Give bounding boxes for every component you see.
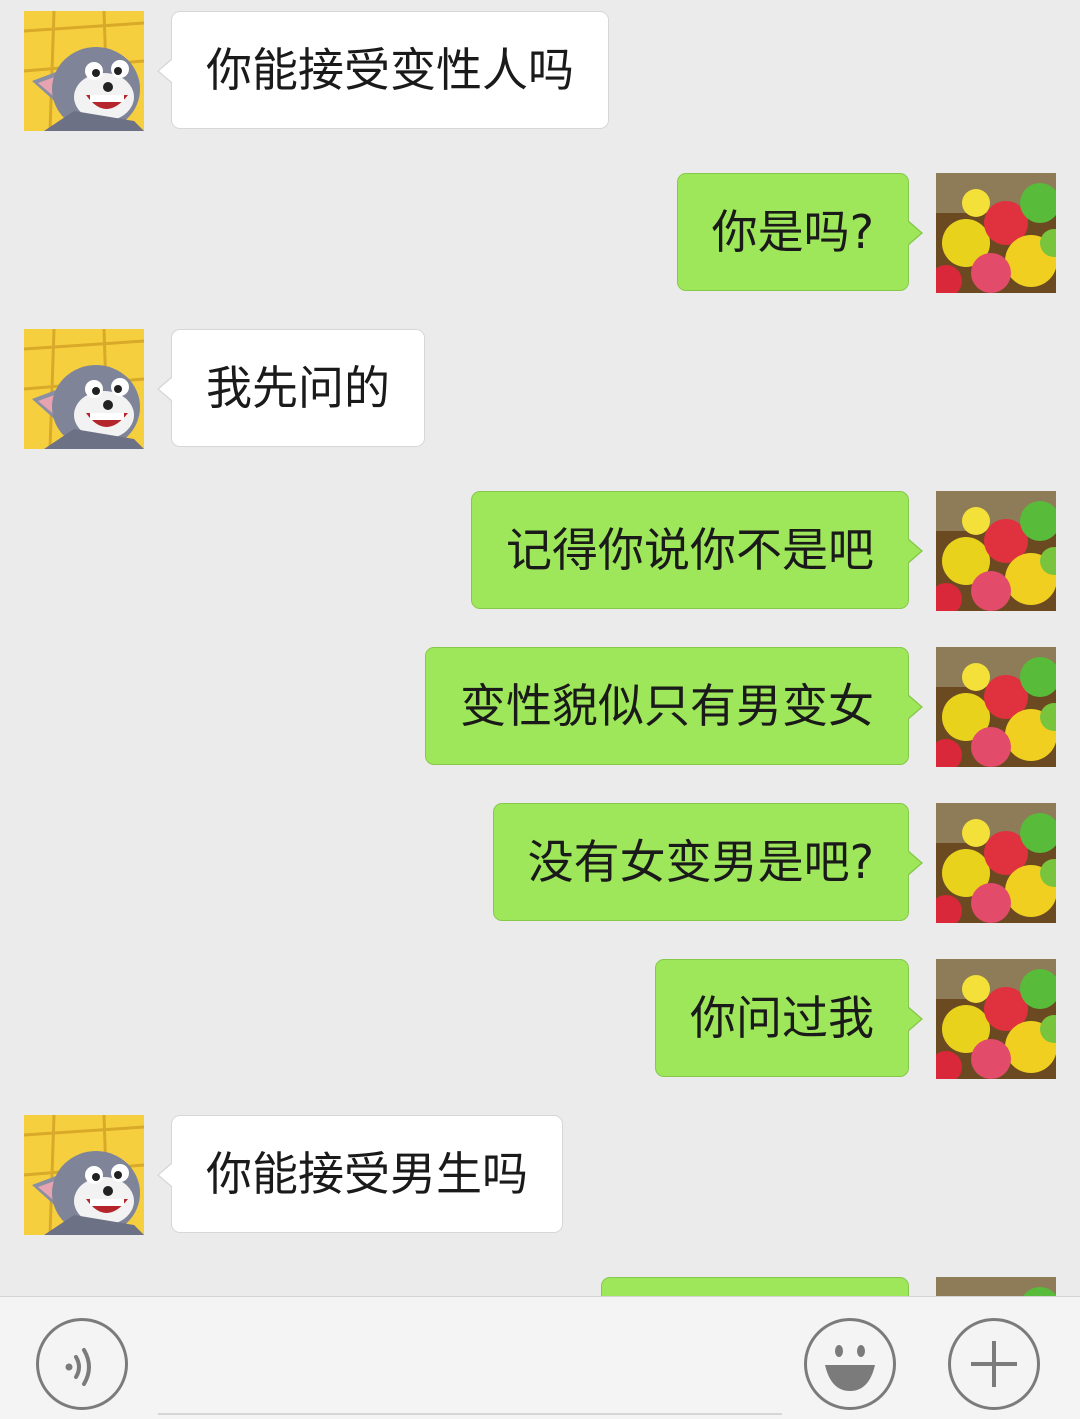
emoji-icon <box>825 1345 875 1391</box>
cartoon-cat-icon <box>24 1115 144 1235</box>
message-bubble[interactable]: 你能接受男生吗 <box>157 1115 563 1233</box>
chat-area[interactable]: 你能接受变性人吗 你是吗? 我先问的 记得你说你不是吧 变性貌似只有男变女 没有… <box>0 0 1080 1296</box>
emoji-button[interactable] <box>804 1318 896 1410</box>
message-row-incoming: 你能接受男生吗 <box>0 1115 1080 1235</box>
message-row-incoming: 我先问的 <box>0 329 1080 449</box>
gummy-candy-icon <box>936 647 1056 767</box>
message-row-outgoing: 你是吗? <box>0 173 1080 293</box>
message-bubble[interactable]: 你是吗? <box>676 173 924 291</box>
self-avatar[interactable] <box>936 647 1056 767</box>
message-bubble[interactable]: 我先问的 <box>157 329 425 447</box>
plus-icon <box>971 1341 1017 1387</box>
gummy-candy-icon <box>936 1277 1056 1296</box>
message-bubble[interactable]: 你问过我 <box>655 959 923 1077</box>
message-bubble[interactable]: 没有女变男是吧? <box>492 803 924 921</box>
gummy-candy-icon <box>936 959 1056 1079</box>
self-avatar[interactable] <box>936 491 1056 611</box>
message-bubble[interactable]: 变性貌似只有男变女 <box>425 647 923 765</box>
self-avatar[interactable] <box>936 1277 1056 1296</box>
plus-button[interactable] <box>948 1318 1040 1410</box>
message-bubble[interactable]: 你能接受变性人吗 <box>157 11 609 129</box>
voice-icon <box>65 1348 91 1386</box>
self-avatar[interactable] <box>936 959 1056 1079</box>
message-row-outgoing-partial <box>0 1277 1080 1296</box>
message-input[interactable] <box>158 1317 782 1415</box>
cartoon-cat-icon <box>24 329 144 449</box>
cartoon-cat-icon <box>24 11 144 131</box>
message-row-outgoing: 变性貌似只有男变女 <box>0 647 1080 767</box>
gummy-candy-icon <box>936 803 1056 923</box>
contact-avatar[interactable] <box>24 329 144 449</box>
contact-avatar[interactable] <box>24 11 144 131</box>
voice-button[interactable] <box>36 1318 128 1410</box>
message-row-outgoing: 记得你说你不是吧 <box>0 491 1080 611</box>
message-row-outgoing: 你问过我 <box>0 959 1080 1079</box>
self-avatar[interactable] <box>936 173 1056 293</box>
message-row-outgoing: 没有女变男是吧? <box>0 803 1080 923</box>
input-bar <box>0 1296 1080 1419</box>
gummy-candy-icon <box>936 491 1056 611</box>
message-row-incoming: 你能接受变性人吗 <box>0 11 1080 131</box>
message-bubble-partial[interactable] <box>601 1277 909 1296</box>
self-avatar[interactable] <box>936 803 1056 923</box>
contact-avatar[interactable] <box>24 1115 144 1235</box>
message-bubble[interactable]: 记得你说你不是吧 <box>471 491 923 609</box>
gummy-candy-icon <box>936 173 1056 293</box>
